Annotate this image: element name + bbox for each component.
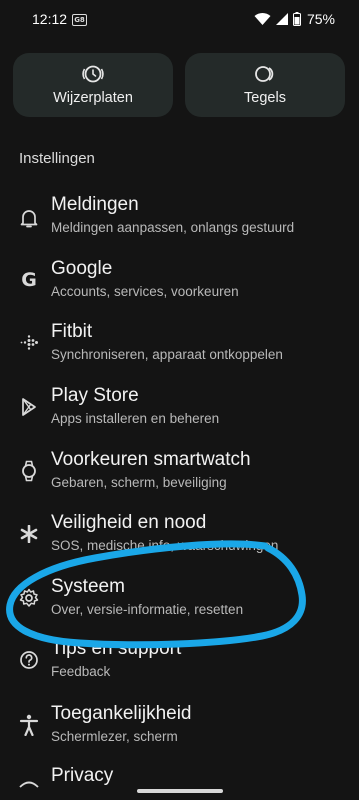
item-subtitle: Meldingen aanpassen, onlangs gestuurd — [51, 220, 295, 235]
item-title: Google — [51, 258, 113, 279]
settings-item-voorkeuren-smartwatch[interactable]: Voorkeuren smartwatch Gebaren, scherm, b… — [0, 447, 359, 507]
item-title: Tips en support — [51, 638, 182, 659]
google-icon: G — [21, 269, 37, 291]
settings-item-meldingen[interactable]: Meldingen Meldingen aanpassen, onlangs g… — [0, 192, 359, 252]
item-subtitle: Synchroniseren, apparaat ontkoppelen — [51, 347, 283, 362]
item-title: Voorkeuren smartwatch — [51, 449, 251, 470]
item-subtitle: Feedback — [51, 664, 111, 679]
tiles-label: Tegels — [244, 90, 286, 106]
item-subtitle: SOS, medische info, waarschuwingen — [51, 538, 279, 553]
status-bar: 12:12 G8 75% — [0, 0, 359, 40]
notification-icon: G8 — [72, 14, 87, 26]
status-time: 12:12 — [32, 11, 68, 27]
battery-icon — [292, 12, 301, 26]
item-subtitle: Over, versie-informatie, resetten — [51, 602, 244, 617]
privacy-icon — [17, 773, 41, 797]
watch-faces-label: Wijzerplaten — [53, 90, 133, 106]
item-title: Veiligheid en nood — [51, 512, 207, 533]
item-subtitle: Gebaren, scherm, beveiliging — [51, 475, 227, 490]
gear-icon — [17, 586, 41, 610]
tiles-icon — [255, 66, 274, 82]
settings-item-fitbit[interactable]: Fitbit Synchroniseren, apparaat ontkoppe… — [0, 319, 359, 379]
watch-icon — [17, 459, 41, 483]
gesture-nav-bar[interactable] — [137, 789, 223, 793]
watch-faces-card[interactable]: Wijzerplaten — [13, 53, 173, 117]
item-subtitle: Schermlezer, scherm — [51, 729, 178, 744]
status-indicators: 75% — [254, 11, 335, 27]
battery-percentage: 75% — [306, 11, 335, 27]
item-title: Toegankelijkheid — [51, 703, 192, 724]
fitbit-icon — [17, 331, 41, 355]
accessibility-icon — [17, 713, 41, 737]
settings-item-play-store[interactable]: Play Store Apps installeren en beheren — [0, 383, 359, 443]
item-subtitle: Apps installeren en beheren — [51, 411, 220, 426]
item-title: Fitbit — [51, 321, 93, 342]
tiles-card[interactable]: Tegels — [185, 53, 345, 117]
wifi-icon — [254, 12, 271, 25]
item-title: Meldingen — [51, 194, 139, 215]
settings-item-tips-en-support[interactable]: Tips en support Feedback — [0, 638, 359, 698]
asterisk-icon — [17, 522, 41, 546]
settings-item-veiligheid-en-nood[interactable]: Veiligheid en nood SOS, medische info, w… — [0, 510, 359, 570]
settings-screen: 12:12 G8 75% Wijzerplaten Tegels Instell… — [0, 0, 359, 800]
settings-item-systeem[interactable]: Systeem Over, versie-informatie, resette… — [0, 574, 359, 634]
settings-section-title: Instellingen — [19, 150, 95, 167]
item-title: Play Store — [51, 385, 139, 406]
item-title: Privacy — [51, 765, 114, 786]
settings-item-toegankelijkheid[interactable]: Toegankelijkheid Schermlezer, scherm — [0, 701, 359, 761]
item-title: Systeem — [51, 576, 125, 597]
item-subtitle: Accounts, services, voorkeuren — [51, 284, 239, 299]
signal-icon — [275, 13, 288, 25]
bell-icon — [17, 206, 41, 230]
watch-faces-icon — [82, 65, 104, 83]
help-icon — [17, 648, 41, 672]
settings-item-google[interactable]: G Google Accounts, services, voorkeuren — [0, 256, 359, 316]
play-store-icon — [17, 395, 41, 419]
settings-item-privacy[interactable]: Privacy — [0, 765, 359, 800]
